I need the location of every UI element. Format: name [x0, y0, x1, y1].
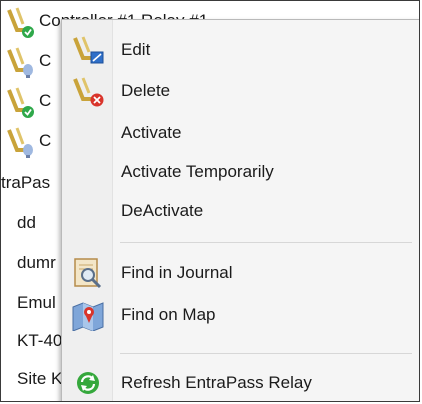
- map-pin-icon: [70, 299, 106, 331]
- tree-item-label: C: [39, 131, 52, 150]
- delete-relay-icon: [70, 75, 106, 107]
- window-frame: Controller #1 Relay #1 C: [0, 0, 420, 402]
- refresh-icon: [70, 367, 106, 399]
- menu-separator: [120, 353, 412, 354]
- menu-item-label: Activate Temporarily: [121, 162, 274, 181]
- menu-item-label: Find in Journal: [121, 263, 233, 282]
- relay-icon: [1, 2, 39, 40]
- menu-item-find-in-journal[interactable]: Find in Journal: [62, 254, 419, 292]
- relay-icon: [1, 82, 39, 120]
- menu-separator: [120, 242, 412, 243]
- tree-item-label: traPas: [1, 173, 51, 192]
- edit-relay-icon: [70, 34, 106, 66]
- menu-item-activate-temporarily[interactable]: Activate Temporarily: [62, 153, 419, 191]
- tree-item-label: C: [39, 91, 52, 110]
- menu-item-deactivate[interactable]: DeActivate: [62, 192, 419, 230]
- journal-search-icon: [70, 257, 106, 289]
- menu-item-delete[interactable]: Delete: [62, 72, 419, 110]
- tree-item-label: Emul: [17, 293, 56, 312]
- menu-item-label: Delete: [121, 81, 171, 100]
- tree-item-label: Site K: [17, 369, 63, 388]
- tree-item-label: KT-40: [17, 331, 63, 350]
- menu-item-activate[interactable]: Activate: [62, 114, 419, 152]
- relay-icon: [1, 42, 39, 80]
- tree-item-label: dd: [17, 213, 36, 232]
- menu-item-refresh[interactable]: Refresh EntraPass Relay: [62, 364, 419, 401]
- menu-item-label: Find on Map: [121, 305, 216, 324]
- tree-item-label: dumr: [17, 253, 56, 272]
- menu-item-label: Refresh EntraPass Relay: [121, 373, 312, 392]
- menu-item-label: Edit: [121, 40, 151, 59]
- menu-item-find-on-map[interactable]: Find on Map: [62, 296, 419, 334]
- menu-item-edit[interactable]: Edit: [62, 31, 419, 69]
- relay-icon: [1, 122, 39, 160]
- tree-item-label: C: [39, 51, 52, 70]
- menu-item-label: DeActivate: [121, 201, 204, 220]
- context-menu: Edit Delete Activate Activate Temporaril…: [61, 19, 419, 401]
- menu-item-label: Activate: [121, 123, 182, 142]
